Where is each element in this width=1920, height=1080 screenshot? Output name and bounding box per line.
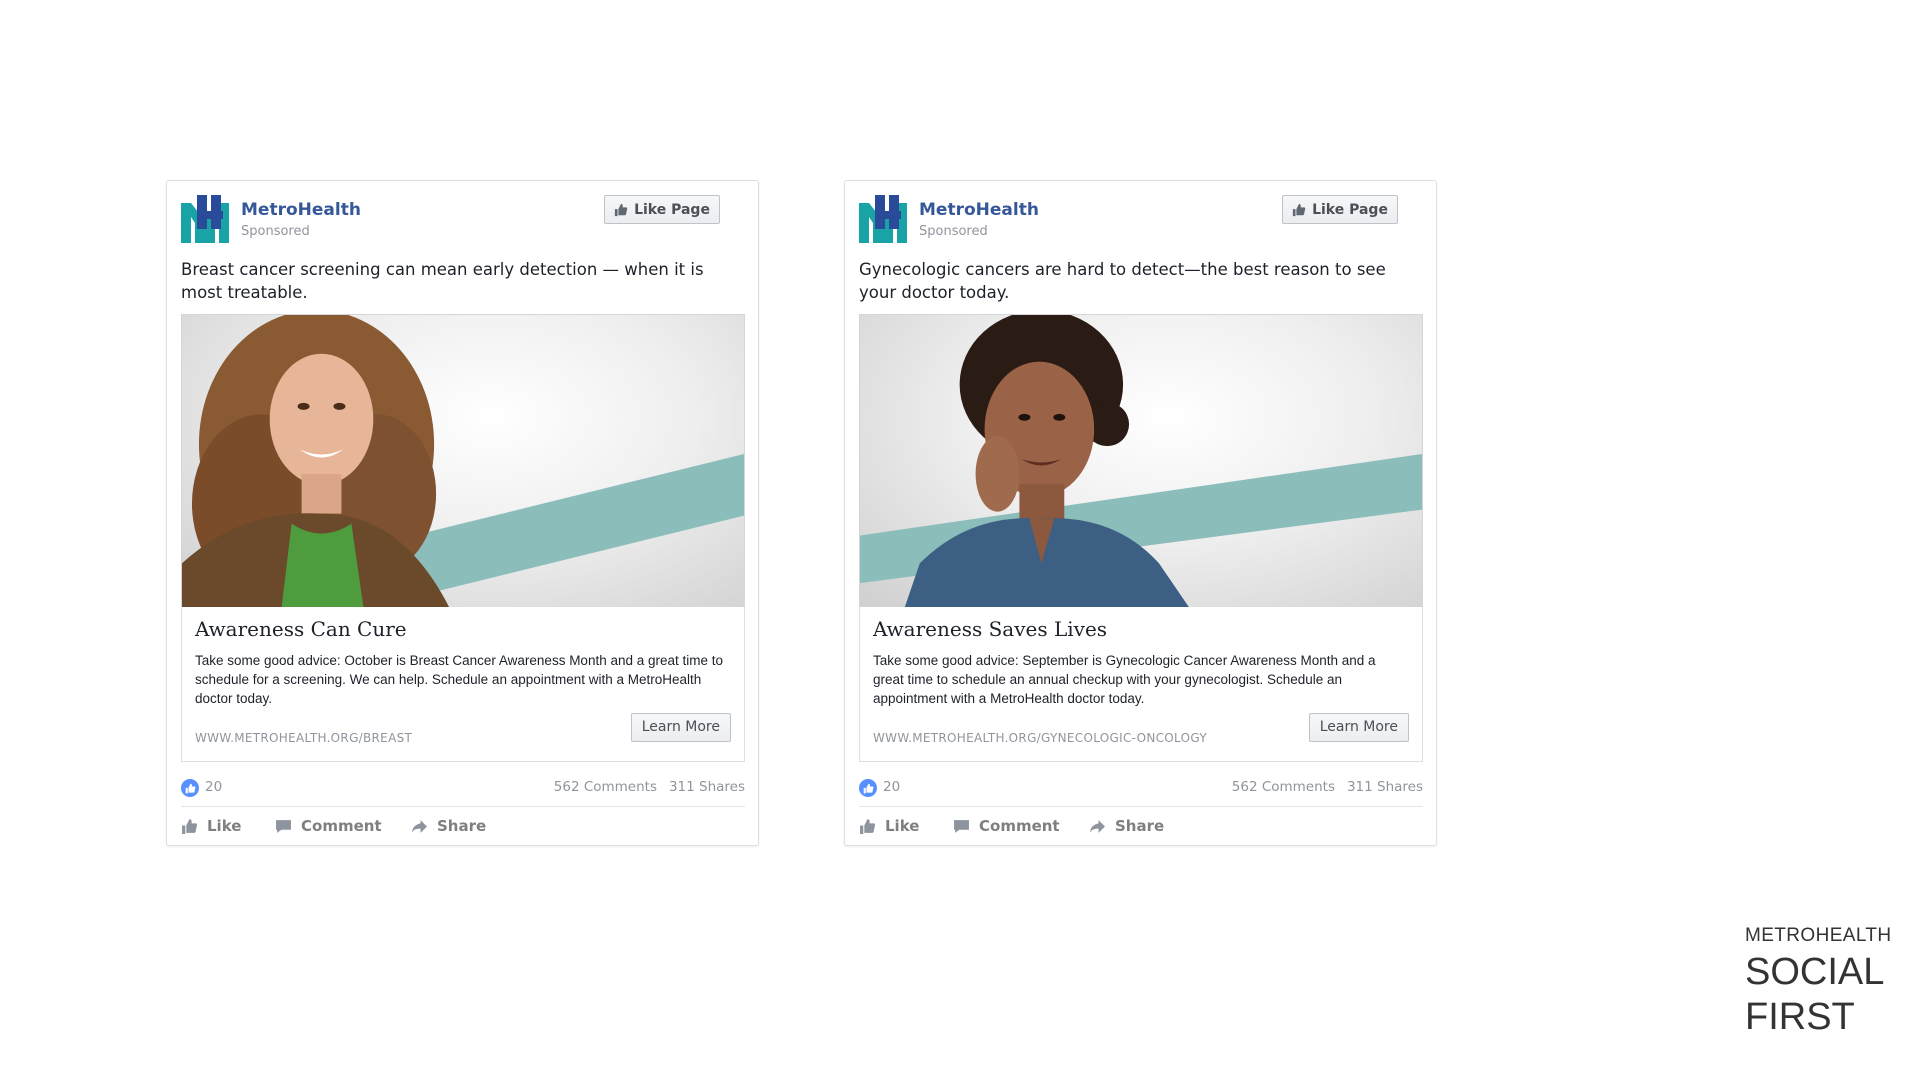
comment-label: Comment — [301, 817, 382, 835]
like-reaction-icon[interactable] — [181, 779, 199, 797]
like-page-button[interactable]: Like Page — [604, 195, 720, 224]
comment-button[interactable]: Comment — [953, 811, 1060, 841]
post-header: MetroHealth Sponsored Like Page — [859, 195, 1422, 243]
metrohealth-logo-icon[interactable] — [181, 195, 229, 243]
brand-line-social: SOCIAL — [1745, 951, 1885, 993]
shares-count[interactable]: 311 Shares — [1347, 779, 1423, 795]
share-arrow-icon — [1090, 819, 1105, 833]
post-text: Breast cancer screening can mean early d… — [181, 260, 704, 302]
post-text: Gynecologic cancers are hard to detect—t… — [859, 260, 1386, 302]
post-stats: 20 562 Comments 311 Shares — [859, 778, 1423, 798]
ad-description: Take some good advice: October is Breast… — [195, 653, 724, 706]
link-preview-box[interactable]: Awareness Saves Lives Take some good adv… — [859, 607, 1423, 762]
share-label: Share — [437, 817, 487, 835]
metrohealth-social-first-wordmark: METROHEALTH SOCIAL FIRST — [1745, 925, 1892, 1039]
like-page-label: Like Page — [634, 201, 710, 218]
divider — [859, 806, 1423, 807]
like-label: Like — [885, 817, 920, 835]
ad-headline[interactable]: Awareness Saves Lives — [873, 617, 1107, 641]
share-arrow-icon — [412, 819, 427, 833]
sponsored-label: Sponsored — [241, 224, 310, 239]
comments-count[interactable]: 562 Comments — [1232, 779, 1335, 795]
like-button[interactable]: Like — [859, 811, 919, 841]
link-preview-box[interactable]: Awareness Can Cure Take some good advice… — [181, 607, 745, 762]
learn-more-button[interactable]: Learn More — [1308, 713, 1409, 742]
post-header: MetroHealth Sponsored Like Page — [181, 195, 744, 243]
like-reaction-icon[interactable] — [859, 779, 877, 797]
display-url[interactable]: WWW.METROHEALTH.ORG/GYNECOLOGIC-ONCOLOGY — [873, 731, 1207, 745]
reaction-count[interactable]: 20 — [883, 779, 900, 795]
sponsored-label: Sponsored — [919, 224, 988, 239]
brand-line-first: FIRST — [1745, 996, 1855, 1038]
share-label: Share — [1115, 817, 1165, 835]
share-button[interactable]: Share — [1089, 811, 1164, 841]
display-url[interactable]: WWW.METROHEALTH.ORG/BREAST — [195, 731, 412, 745]
page-name-link[interactable]: MetroHealth — [241, 200, 361, 220]
share-button[interactable]: Share — [411, 811, 486, 841]
ad-post-card-gynecologic-cancer: MetroHealth Sponsored Like Page Gynecolo… — [844, 180, 1437, 846]
comment-icon — [276, 819, 291, 833]
brand-line-metrohealth: METROHEALTH — [1745, 925, 1892, 946]
ad-description: Take some good advice: September is Gyne… — [873, 653, 1376, 706]
ad-photo-woman-denim-shirt — [860, 315, 1422, 607]
like-page-button[interactable]: Like Page — [1282, 195, 1398, 224]
thumbs-up-icon — [614, 203, 628, 216]
like-page-label: Like Page — [1312, 201, 1388, 218]
post-actions-bar: Like Comment Share — [181, 811, 745, 841]
thumbs-up-icon — [860, 818, 876, 834]
post-stats: 20 562 Comments 311 Shares — [181, 778, 745, 798]
ad-image[interactable] — [181, 314, 745, 608]
ad-headline[interactable]: Awareness Can Cure — [195, 617, 407, 641]
thumbs-up-icon — [182, 818, 198, 834]
post-actions-bar: Like Comment Share — [859, 811, 1423, 841]
reaction-count[interactable]: 20 — [205, 779, 222, 795]
comment-icon — [954, 819, 969, 833]
learn-more-button[interactable]: Learn More — [630, 713, 731, 742]
ad-post-card-breast-cancer: MetroHealth Sponsored Like Page Breast c… — [166, 180, 759, 846]
shares-count[interactable]: 311 Shares — [669, 779, 745, 795]
comments-count[interactable]: 562 Comments — [554, 779, 657, 795]
comment-button[interactable]: Comment — [275, 811, 382, 841]
like-label: Like — [207, 817, 242, 835]
ad-image[interactable] — [859, 314, 1423, 608]
divider — [181, 806, 745, 807]
page-name-link[interactable]: MetroHealth — [919, 200, 1039, 220]
metrohealth-logo-icon[interactable] — [859, 195, 907, 243]
comment-label: Comment — [979, 817, 1060, 835]
thumbs-up-icon — [1292, 203, 1306, 216]
like-button[interactable]: Like — [181, 811, 241, 841]
ad-photo-woman-curly-hair — [182, 315, 744, 607]
